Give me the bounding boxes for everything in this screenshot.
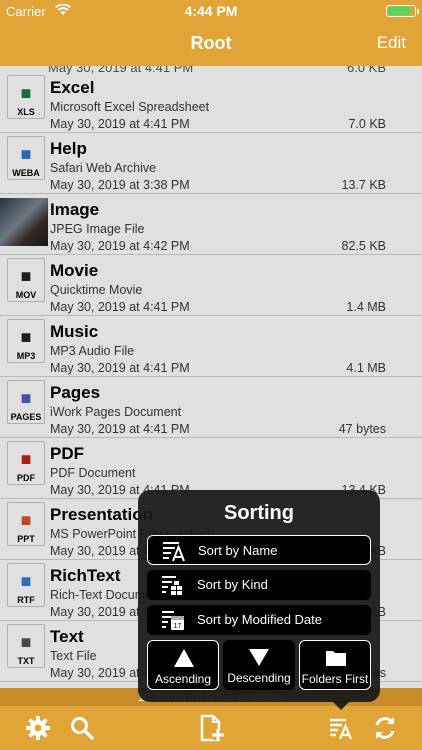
- edit-button[interactable]: Edit: [377, 33, 406, 53]
- film-icon: ■ MOV: [7, 258, 45, 302]
- file-date: May 30, 2019 at 4:41 PM: [50, 117, 190, 131]
- rtf-icon: ■ RTF: [7, 563, 45, 607]
- file-type-glyph: ■: [20, 388, 32, 408]
- file-type-glyph: ■: [20, 266, 32, 286]
- file-date: May 30, 2019 at 4:41 PM: [50, 422, 190, 436]
- file-name: Excel: [50, 78, 95, 97]
- new-file-icon[interactable]: [197, 714, 225, 742]
- safari-icon: ■ WEBA: [7, 136, 45, 180]
- settings-gear-icon[interactable]: [24, 714, 52, 742]
- file-type-glyph: ■: [20, 327, 32, 347]
- file-type-glyph: ■: [20, 571, 32, 591]
- file-date: May 30, 2019 at 4:42 PM: [50, 239, 190, 253]
- powerpoint-icon: ■ PPT: [7, 502, 45, 546]
- direction-label: Ascending: [154, 672, 212, 686]
- file-size: 13.7 KB: [341, 178, 386, 192]
- file-size: 4.1 MB: [346, 361, 386, 375]
- clock: 4:44 PM: [184, 3, 238, 19]
- file-type-tag: MOV: [15, 290, 37, 300]
- svg-text:17: 17: [174, 623, 182, 630]
- page-title: Root: [190, 33, 232, 53]
- sort-by-name-button[interactable]: Sort by Name: [147, 535, 371, 565]
- sort-date-icon: 17: [161, 608, 187, 632]
- folder-icon: [300, 647, 370, 669]
- option-label: Sort by Name: [198, 543, 278, 558]
- file-kind: MP3 Audio File: [50, 344, 135, 358]
- file-type-tag: PPT: [17, 534, 35, 544]
- file-size: 82.5 KB: [341, 239, 386, 253]
- option-label: Sort by Modified Date: [197, 612, 323, 627]
- file-kind: Microsoft Excel Spreadsheet: [50, 100, 210, 114]
- file-kind: Quicktime Movie: [50, 283, 143, 297]
- triangle-down-icon: [223, 646, 295, 668]
- sort-by-kind-button[interactable]: Sort by Kind: [147, 570, 371, 600]
- file-kind: Safari Web Archive: [50, 161, 157, 175]
- descending-button[interactable]: Descending: [223, 640, 295, 690]
- direction-label: Folders First: [301, 672, 369, 686]
- popover-arrow: [332, 701, 350, 710]
- sort-by-modified-date-button[interactable]: 17 Sort by Modified Date: [147, 605, 371, 635]
- folders-first-button[interactable]: Folders First: [299, 640, 371, 690]
- file-row[interactable]: Image JPEG Image File May 30, 2019 at 4:42…: [0, 194, 422, 255]
- music-disc-icon: ■ MP3: [7, 319, 45, 363]
- file-type-glyph: ■: [20, 510, 32, 530]
- file-name: Pages: [50, 383, 101, 402]
- pages-icon: ■ PAGES: [7, 380, 45, 424]
- sorting-popover: Sorting Sort by Name Sort by Kind 17 Sor…: [138, 490, 380, 702]
- file-row[interactable]: ■ MOV Movie Quicktime Movie May 30, 2019 at …: [0, 255, 422, 316]
- file-row[interactable]: ■ WEBA Help Safari Web Archive May 30, 2019 …: [0, 133, 422, 194]
- file-size: 1.4 MB: [346, 300, 386, 314]
- file-row[interactable]: ■ MP3 Music MP3 Audio File May 30, 2019 at 4…: [0, 316, 422, 377]
- triangle-up-icon: [148, 647, 218, 669]
- file-type-glyph: ■: [20, 449, 32, 469]
- refresh-icon[interactable]: [371, 714, 399, 742]
- file-type-tag: WEBA: [12, 168, 40, 178]
- photo-thumbnail: [0, 198, 48, 246]
- file-name: Movie: [50, 261, 99, 280]
- file-type-glyph: ■: [20, 83, 32, 103]
- file-type-tag: RTF: [17, 595, 35, 605]
- file-size: 7.0 KB: [348, 117, 386, 131]
- file-name: Image: [50, 200, 100, 219]
- file-type-tag: XLS: [17, 107, 35, 117]
- file-name: Music: [50, 322, 99, 341]
- file-type-tag: PAGES: [10, 412, 42, 422]
- file-type-tag: TXT: [17, 656, 35, 666]
- file-kind: Text File: [50, 649, 97, 663]
- file-type-glyph: ■: [20, 632, 32, 652]
- file-type-glyph: ■: [20, 144, 32, 164]
- pdf-icon: ■ PDF: [7, 441, 45, 485]
- sort-name-icon: [162, 539, 188, 563]
- file-kind: iWork Pages Document: [50, 405, 182, 419]
- option-label: Sort by Kind: [197, 577, 268, 592]
- file-name: RichText: [50, 566, 121, 585]
- file-date: May 30, 2019 at 4:41 PM: [50, 300, 190, 314]
- search-icon[interactable]: [68, 714, 96, 742]
- battery-level: [388, 7, 410, 15]
- battery-icon: [386, 5, 419, 17]
- text-file-icon: ■ TXT: [7, 624, 45, 668]
- file-size: 47 bytes: [338, 422, 386, 436]
- bottom-toolbar: [0, 706, 422, 750]
- file-name: Help: [50, 139, 87, 158]
- file-row[interactable]: ■ PAGES Pages iWork Pages Document May 30, 2…: [0, 377, 422, 438]
- file-date: May 30, 2019 at 3:38 PM: [50, 178, 190, 192]
- file-row[interactable]: ■ XLS Excel Microsoft Excel Spreadsheet May …: [0, 72, 422, 133]
- navigation-bar: Root Edit: [0, 22, 422, 66]
- file-date: May 30, 2019 at 4:41 PM: [50, 361, 190, 375]
- file-type-tag: MP3: [16, 351, 36, 361]
- popover-title: Sorting: [224, 502, 294, 524]
- sort-icon[interactable]: [327, 714, 355, 742]
- file-name: PDF: [50, 444, 84, 463]
- direction-label: Descending: [227, 671, 291, 685]
- file-kind: PDF Document: [50, 466, 136, 480]
- ascending-button[interactable]: Ascending: [147, 640, 219, 690]
- file-kind: JPEG Image File: [50, 222, 145, 236]
- file-type-tag: PDF: [17, 473, 35, 483]
- sort-kind-icon: [161, 573, 187, 597]
- status-bar: Carrier 4:44 PM: [0, 0, 422, 22]
- excel-icon: ■ XLS: [7, 75, 45, 119]
- file-name: Text: [50, 627, 84, 646]
